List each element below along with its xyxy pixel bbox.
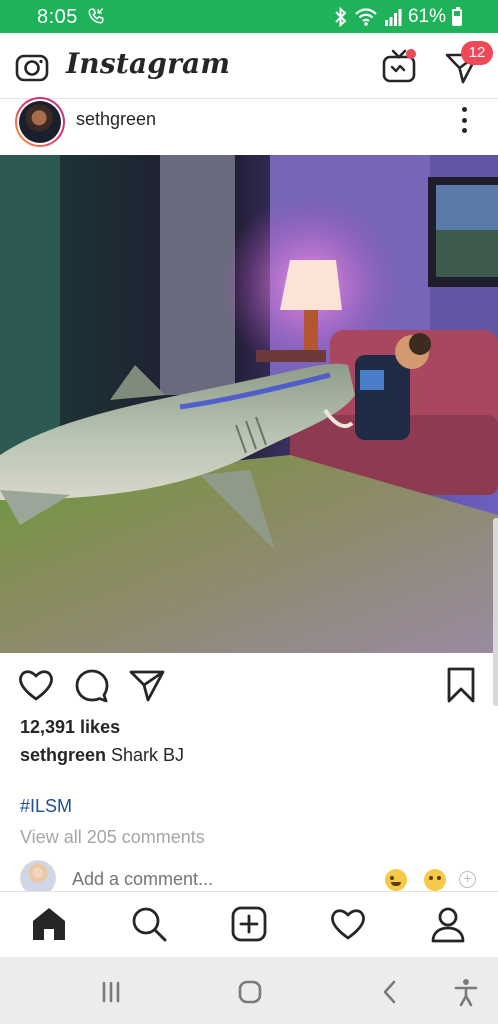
post-caption: sethgreen Shark BJ xyxy=(20,745,184,766)
more-emoji-icon[interactable]: + xyxy=(459,871,476,888)
igtv-notification-dot xyxy=(406,49,416,59)
bookmark-icon[interactable] xyxy=(442,666,480,704)
status-bar: 8:05 61% xyxy=(0,0,498,33)
caption-username[interactable]: sethgreen xyxy=(20,745,106,765)
call-icon xyxy=(88,8,104,24)
more-options-icon[interactable] xyxy=(455,107,473,133)
system-navigation-bar xyxy=(0,957,498,1024)
bottom-navigation xyxy=(0,891,498,957)
post-header: sethgreen xyxy=(0,97,498,154)
search-icon[interactable] xyxy=(129,904,169,944)
wifi-icon xyxy=(355,8,377,26)
avatar[interactable] xyxy=(15,97,65,147)
share-icon[interactable] xyxy=(128,666,166,704)
status-time: 8:05 xyxy=(37,6,78,28)
post-action-bar xyxy=(0,664,498,708)
heart-icon[interactable] xyxy=(17,666,55,704)
recent-apps-icon[interactable] xyxy=(96,977,126,1007)
post-username[interactable]: sethgreen xyxy=(76,109,156,130)
app-header: Instagram 12 xyxy=(0,33,498,99)
new-post-icon[interactable] xyxy=(229,904,269,944)
likes-count[interactable]: 12,391 likes xyxy=(20,717,120,738)
caption-text: Shark BJ xyxy=(106,745,185,765)
hashtag-link[interactable]: #ILSM xyxy=(20,796,72,817)
camera-icon[interactable] xyxy=(14,49,50,85)
activity-heart-icon[interactable] xyxy=(328,904,368,944)
back-icon[interactable] xyxy=(375,977,405,1007)
home-icon[interactable] xyxy=(29,904,69,944)
view-all-comments-link[interactable]: View all 205 comments xyxy=(20,827,205,848)
status-icons: 61% xyxy=(334,4,462,30)
signal-icon xyxy=(384,9,402,26)
instagram-logo: Instagram xyxy=(66,47,231,80)
accessibility-icon[interactable] xyxy=(451,977,481,1007)
comment-icon[interactable] xyxy=(73,666,111,704)
post-image[interactable] xyxy=(0,155,498,653)
comment-input[interactable] xyxy=(72,869,362,890)
profile-icon[interactable] xyxy=(428,904,468,944)
home-circle-icon[interactable] xyxy=(235,977,265,1007)
add-comment-row: + xyxy=(0,860,498,896)
eye-roll-emoji-icon[interactable] xyxy=(424,869,446,891)
winking-tongue-emoji-icon[interactable] xyxy=(385,869,407,891)
battery-icon xyxy=(452,6,462,26)
bluetooth-icon xyxy=(335,7,347,27)
direct-message-badge: 12 xyxy=(461,41,493,65)
battery-percent: 61% xyxy=(407,6,446,27)
